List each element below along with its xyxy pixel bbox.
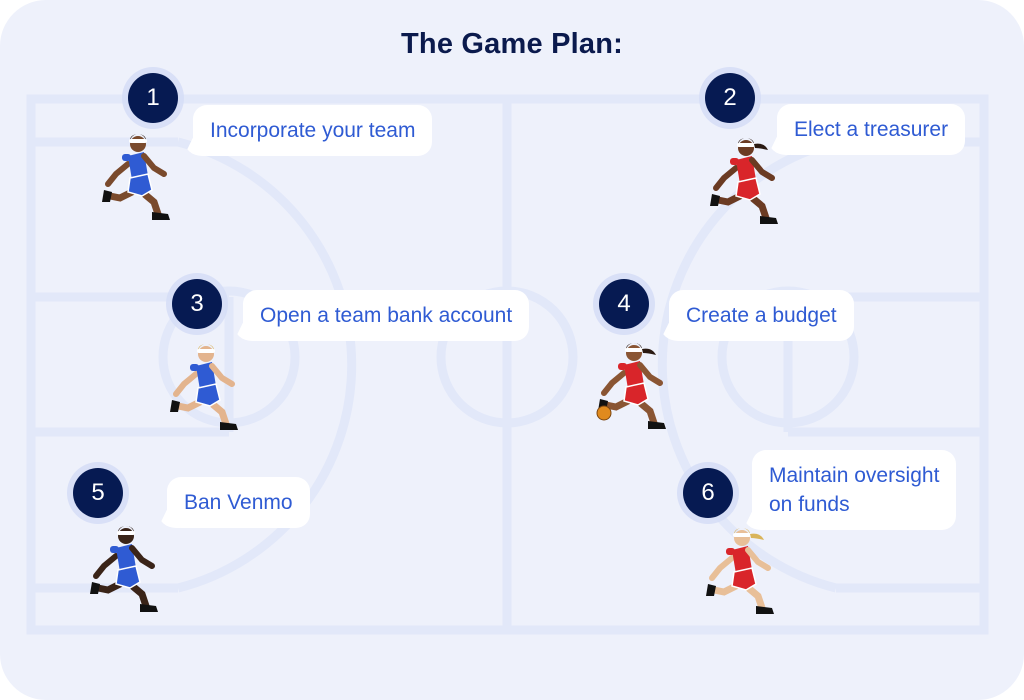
step-label: Ban Venmo (184, 491, 293, 514)
player-arm (601, 370, 627, 396)
player-shorts (115, 565, 141, 589)
player-shoe (756, 606, 774, 614)
player-shoe (140, 604, 158, 612)
player-wristband (190, 364, 199, 371)
player-ponytail (642, 348, 656, 355)
step-label-bubble: Ban Venmo (167, 477, 310, 528)
step-label-bubble: Incorporate your team (193, 105, 433, 156)
step-label-line-1: Maintain oversight (769, 464, 940, 487)
player-shoe (90, 582, 100, 594)
basketball-player-red-dribbling-icon (596, 343, 666, 429)
player-shoe (760, 216, 778, 224)
player-arm (93, 553, 119, 579)
step-label-bubble: Create a budget (669, 290, 854, 341)
player-ponytail (754, 143, 768, 150)
player-wristband (730, 158, 739, 165)
basketball-player-red-icon (710, 138, 778, 224)
step-label: Elect a treasurer (794, 118, 949, 141)
step-number-badge: 1 (128, 73, 178, 123)
step-number-badge: 4 (599, 279, 649, 329)
player-ponytail (750, 533, 764, 540)
player-shorts (127, 173, 153, 197)
player-head (130, 136, 146, 152)
player-headband (737, 143, 755, 147)
player-shorts (623, 382, 649, 406)
player-head (734, 530, 750, 546)
step-label: Incorporate your team (210, 119, 416, 142)
player-head (118, 528, 134, 544)
step-label-line-2: on funds (769, 493, 850, 516)
basketball-player-blue-icon (102, 134, 170, 220)
player-headband (733, 533, 751, 537)
player-head (626, 345, 642, 361)
player-arm (105, 161, 131, 187)
step-label-bubble: Maintain oversight on funds (752, 450, 957, 530)
player-head (198, 346, 214, 362)
player-shorts (731, 567, 757, 591)
player-shoe (102, 190, 112, 202)
step-number-badge: 2 (705, 73, 755, 123)
player-headband (197, 349, 215, 353)
step-label: Create a budget (686, 304, 837, 327)
step-number-badge: 3 (172, 279, 222, 329)
player-wristband (618, 363, 627, 370)
page-title: The Game Plan: (401, 28, 623, 60)
game-plan-card: The Game Plan: 1 Incorporate your team 2… (0, 0, 1024, 700)
basketball-player-blue-icon (90, 526, 158, 612)
player-shoe (710, 194, 720, 206)
player-arm (173, 371, 199, 397)
step-number-badge: 6 (683, 468, 733, 518)
basketball-player-blue-icon (170, 344, 238, 430)
step-label: Open a team bank account (260, 304, 513, 327)
player-shorts (195, 383, 221, 407)
player-headband (117, 531, 135, 535)
step-label-bubble: Elect a treasurer (777, 104, 966, 155)
player-shoe (706, 584, 716, 596)
player-shoe (170, 400, 180, 412)
player-shoe (648, 421, 666, 429)
step-label-bubble: Open a team bank account (243, 290, 530, 341)
player-wristband (122, 154, 131, 161)
player-arm (713, 165, 739, 191)
player-arm (709, 555, 735, 581)
player-wristband (726, 548, 735, 555)
player-shorts (735, 177, 761, 201)
player-wristband (110, 546, 119, 553)
player-shoe (220, 422, 238, 430)
player-head (738, 140, 754, 156)
basketball-player-red-icon (706, 528, 774, 614)
step-number-badge: 5 (73, 468, 123, 518)
player-shoe (152, 212, 170, 220)
player-headband (625, 348, 643, 352)
basketball-icon (596, 405, 612, 421)
player-headband (129, 139, 147, 143)
